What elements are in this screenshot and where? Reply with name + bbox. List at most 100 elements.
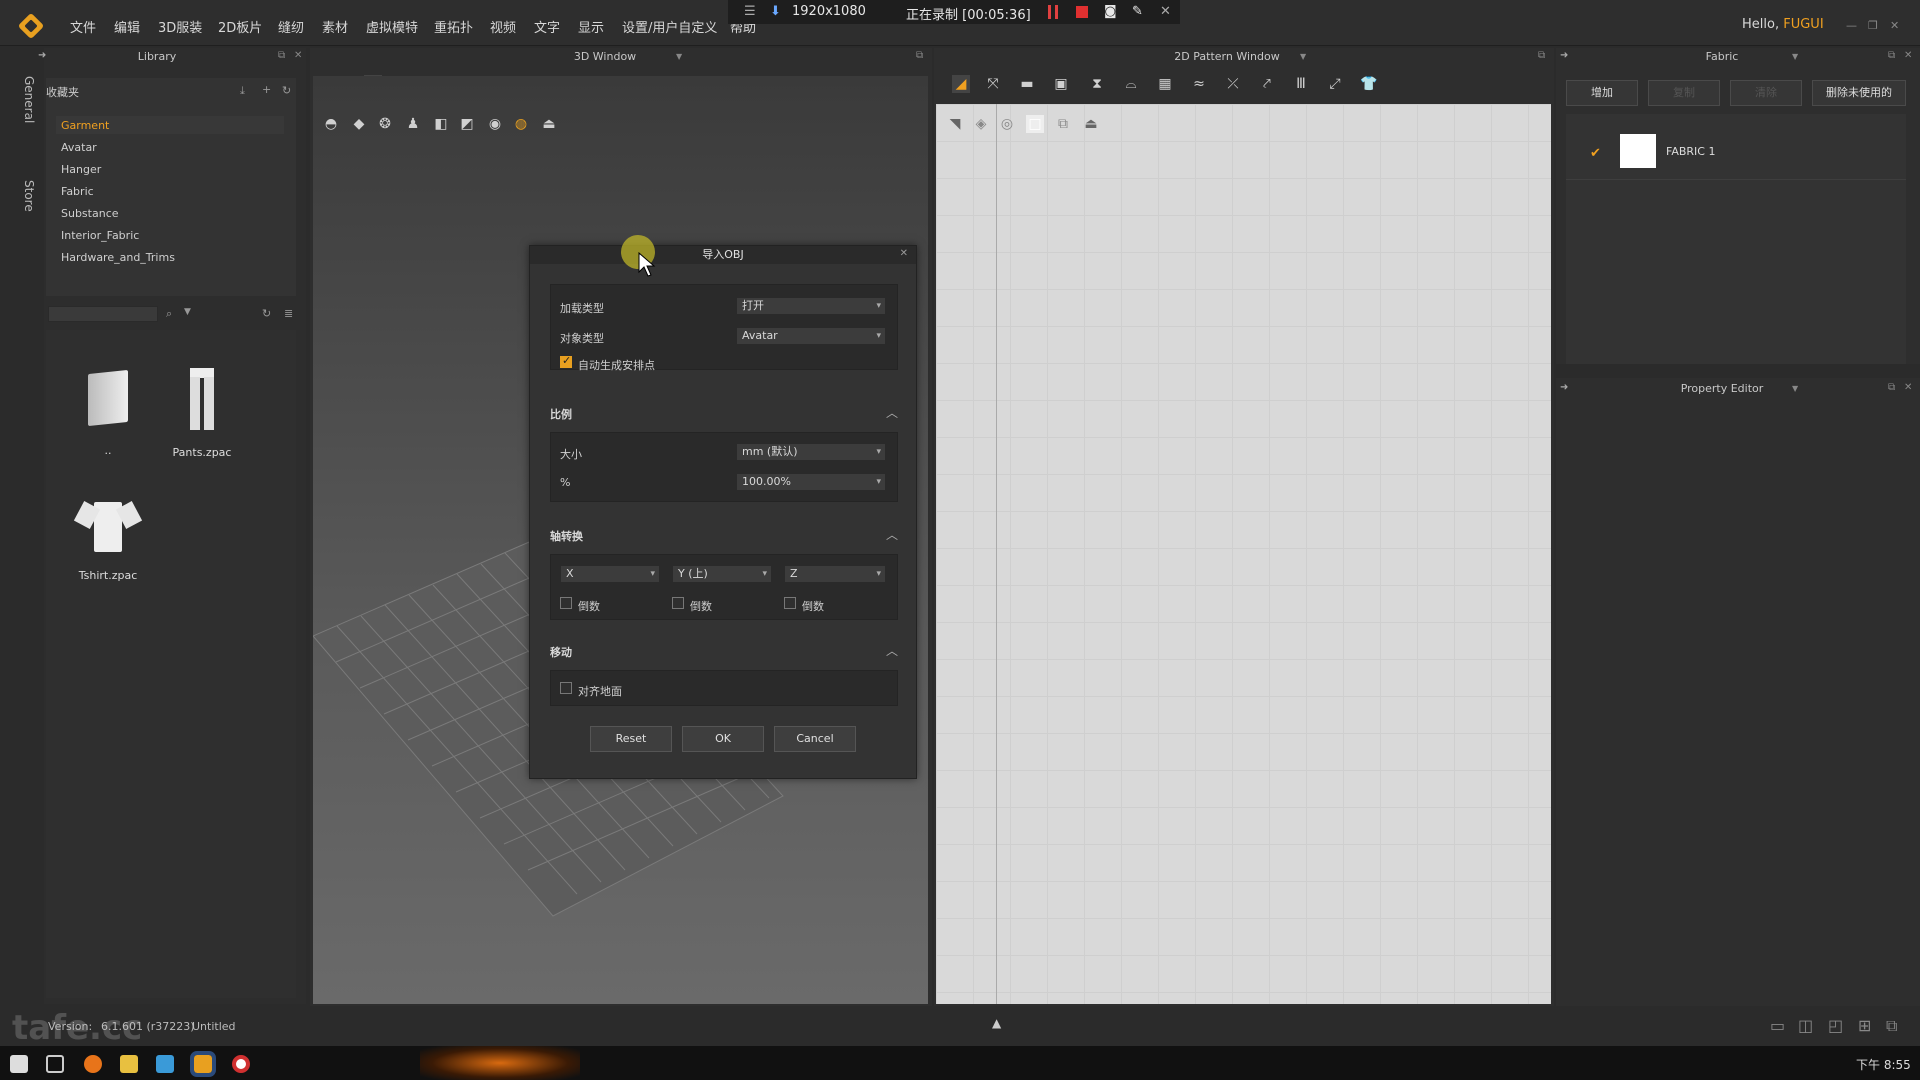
viewport-2d[interactable]	[936, 104, 1551, 1004]
close-window-icon[interactable]: ✕	[1890, 19, 1899, 32]
library-refresh-icon[interactable]: ↻	[262, 307, 271, 320]
menu-file[interactable]: 文件	[70, 17, 96, 36]
menu-video[interactable]: 视频	[490, 17, 516, 36]
view-icon-6[interactable]: ◩	[458, 115, 476, 133]
view-icon-8[interactable]: ◍	[512, 115, 530, 133]
move-collapse-icon[interactable]: ︿	[886, 642, 898, 659]
maximize-icon[interactable]: ❐	[1868, 19, 1878, 32]
pattern-view-icon-5[interactable]: ⧉	[1054, 115, 1072, 133]
pattern-tool-icon-11[interactable]: Ⅲ	[1292, 75, 1310, 93]
recorder-app-icon[interactable]	[232, 1055, 250, 1073]
folder-up-icon[interactable]	[88, 369, 128, 427]
library-search-input[interactable]	[48, 306, 158, 322]
thumb-label-tshirt[interactable]: Tshirt.zpac	[63, 569, 153, 582]
tshirt-icon[interactable]	[73, 498, 143, 554]
dialog-close-icon[interactable]: ✕	[900, 248, 908, 259]
fabric-pin-icon[interactable]: ➜	[1560, 50, 1568, 61]
pattern-tool-icon-1[interactable]: ◢	[952, 75, 970, 93]
fabric-add-button[interactable]: 增加	[1566, 80, 1638, 106]
pattern-tool-icon-10[interactable]: ⤤	[1258, 75, 1276, 93]
pattern-tool-icon-2[interactable]: ⤧	[984, 75, 1002, 93]
view-icon-2[interactable]: ◆	[350, 115, 368, 133]
load-type-select[interactable]: 打开	[736, 297, 886, 315]
recorder-mic-icon[interactable]: ⬇	[770, 4, 781, 19]
library-item-hardware-trims[interactable]: Hardware_and_Trims	[61, 251, 175, 264]
property-dropdown-icon[interactable]: ▼	[1792, 384, 1798, 393]
refresh-icon[interactable]: ↻	[282, 84, 291, 97]
windows-start-icon[interactable]	[10, 1055, 28, 1073]
search-icon[interactable]: ⌕	[166, 307, 172, 321]
layout-single-icon[interactable]: ▭	[1770, 1016, 1785, 1035]
axis-z-select[interactable]: Z	[784, 565, 886, 583]
property-float-icon[interactable]: ⧉	[1888, 382, 1895, 393]
pattern-tool-icon-4[interactable]: ▣	[1052, 75, 1070, 93]
menu-retopology[interactable]: 重拓扑	[434, 17, 473, 36]
window-3d-float-icon[interactable]: ⧉	[916, 50, 923, 61]
library-item-garment[interactable]: Garment	[61, 119, 109, 132]
auto-arrange-checkbox[interactable]	[560, 354, 572, 368]
minimize-icon[interactable]: —	[1846, 19, 1857, 32]
pen-icon[interactable]: ✎	[1132, 4, 1143, 19]
view-icon-5[interactable]: ◧	[432, 115, 450, 133]
pattern-view-icon-6[interactable]: ⏏	[1082, 115, 1100, 133]
invert-y-checkbox[interactable]	[672, 597, 684, 609]
fabric-delete-unused-button[interactable]: 删除未使用的	[1812, 80, 1906, 106]
task-view-icon[interactable]	[46, 1055, 64, 1073]
library-item-interior-fabric[interactable]: Interior_Fabric	[61, 229, 139, 242]
thumb-label-pants[interactable]: Pants.zpac	[157, 446, 247, 459]
percent-input[interactable]: 100.00%	[736, 473, 886, 491]
pattern-view-icon-2[interactable]: ◈	[972, 115, 990, 133]
pattern-tool-icon-9[interactable]: ⤫	[1224, 75, 1242, 93]
window-3d-dropdown-icon[interactable]: ▼	[676, 52, 682, 61]
panel-pin-icon[interactable]: ➜	[38, 50, 46, 61]
pattern-tool-icon-8[interactable]: ≈	[1190, 75, 1208, 93]
axis-y-select[interactable]: Y (上)	[672, 565, 772, 583]
layout-quad-icon[interactable]: ⊞	[1858, 1016, 1871, 1035]
menu-display[interactable]: 显示	[578, 17, 604, 36]
library-item-substance[interactable]: Substance	[61, 207, 119, 220]
ok-button[interactable]: OK	[682, 726, 764, 752]
size-unit-select[interactable]: mm (默认)	[736, 443, 886, 461]
library-item-fabric[interactable]: Fabric	[61, 185, 94, 198]
side-tab-store[interactable]: Store	[14, 180, 36, 220]
axis-collapse-icon[interactable]: ︿	[886, 526, 898, 543]
side-tab-general[interactable]: General	[14, 76, 36, 136]
reset-button[interactable]: Reset	[590, 726, 672, 752]
menu-settings[interactable]: 设置/用户自定义	[622, 17, 717, 36]
add-icon[interactable]: +	[262, 83, 271, 96]
property-close-icon[interactable]: ✕	[1904, 382, 1912, 393]
user-name[interactable]: FUGUI	[1783, 17, 1823, 32]
menu-text[interactable]: 文字	[534, 17, 560, 36]
file-explorer-icon[interactable]	[120, 1055, 138, 1073]
cancel-button[interactable]: Cancel	[774, 726, 856, 752]
window-2d-dropdown-icon[interactable]: ▼	[1300, 52, 1306, 61]
camera-icon[interactable]: ◙	[1104, 4, 1117, 19]
object-type-select[interactable]: Avatar	[736, 327, 886, 345]
download-icon[interactable]: ⤓	[240, 84, 245, 98]
view-icon-9[interactable]: ⏏	[540, 115, 558, 133]
pattern-tool-icon-3[interactable]: ▬	[1018, 75, 1036, 93]
menu-2d-pattern[interactable]: 2D板片	[218, 17, 262, 36]
library-float-icon[interactable]: ⧉	[278, 50, 285, 61]
scale-collapse-icon[interactable]: ︿	[886, 404, 898, 421]
pattern-view-icon-4[interactable]: □	[1026, 115, 1044, 133]
pattern-view-icon-1[interactable]: ◥	[946, 115, 964, 133]
pattern-view-icon-3[interactable]: ◎	[998, 115, 1016, 133]
fabric-close-icon[interactable]: ✕	[1904, 50, 1912, 61]
window-2d-float-icon[interactable]: ⧉	[1538, 50, 1545, 61]
recorder-close-icon[interactable]: ✕	[1160, 4, 1171, 19]
fabric-check-icon[interactable]: ✔	[1590, 146, 1601, 161]
pattern-tool-icon-6[interactable]: ⌓	[1122, 75, 1140, 93]
store-icon[interactable]	[156, 1055, 174, 1073]
menu-3d-garment[interactable]: 3D服装	[158, 17, 202, 36]
fabric-copy-button[interactable]: 复制	[1648, 80, 1720, 106]
search-dropdown-icon[interactable]: ▼	[184, 307, 191, 317]
view-icon-4[interactable]: ♟	[404, 115, 422, 133]
fabric-float-icon[interactable]: ⧉	[1888, 50, 1895, 61]
pattern-tool-icon-5[interactable]: ⧗	[1088, 75, 1106, 93]
recorder-menu-icon[interactable]: ☰	[744, 4, 756, 19]
pattern-tool-icon-7[interactable]: ▦	[1156, 75, 1174, 93]
view-icon-1[interactable]: ◓	[322, 115, 340, 133]
expand-up-icon[interactable]: ▲	[992, 1016, 1001, 1030]
pause-icon[interactable]	[1048, 5, 1058, 19]
